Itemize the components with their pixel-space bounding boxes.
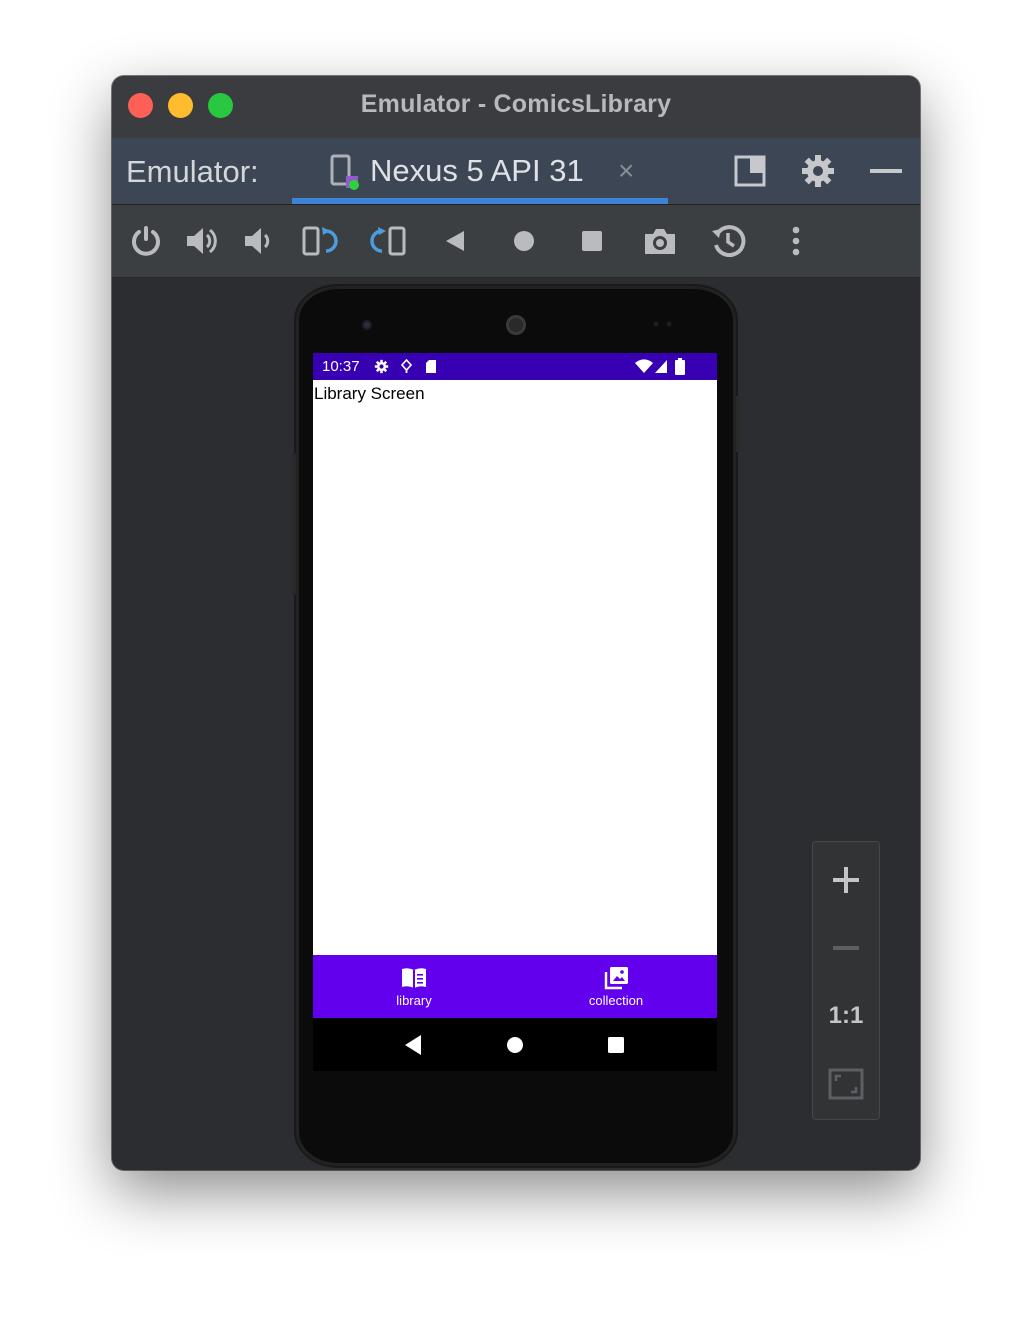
zoom-out-icon[interactable] — [813, 918, 879, 978]
tab-close-icon[interactable]: × — [618, 155, 634, 187]
emulator-toolbar — [112, 205, 920, 278]
window-mode-icon[interactable] — [732, 153, 768, 189]
collection-icon — [602, 966, 630, 990]
battery-icon — [675, 358, 685, 375]
zoom-actual-size-button[interactable]: 1:1 — [813, 986, 879, 1046]
front-camera — [362, 320, 372, 330]
tab-label: Nexus 5 API 31 — [370, 153, 584, 188]
more-icon[interactable] — [778, 223, 814, 259]
power-icon[interactable] — [128, 223, 164, 259]
system-back-icon[interactable] — [401, 1032, 427, 1058]
bottom-navigation: library collection — [313, 955, 717, 1018]
nav-item-library[interactable]: library — [313, 955, 515, 1018]
tab-bar-label: Emulator: — [126, 154, 259, 189]
nav-label-library: library — [396, 993, 432, 1008]
zoom-panel: 1:1 — [812, 841, 880, 1120]
minimize-panel-icon[interactable] — [868, 153, 904, 189]
emulator-window: Emulator - ComicsLibrary Emulator: Nexus… — [112, 76, 920, 1170]
rotate-left-icon[interactable] — [302, 223, 338, 259]
overview-icon[interactable] — [574, 223, 610, 259]
debug-status-icon — [401, 359, 412, 374]
book-icon — [400, 966, 428, 990]
window-title: Emulator - ComicsLibrary — [360, 90, 672, 118]
status-time: 10:37 — [322, 358, 360, 375]
sd-card-icon — [425, 359, 437, 374]
status-bar: 10:37 — [313, 353, 717, 380]
settings-status-icon — [374, 359, 389, 374]
volume-down-icon[interactable] — [242, 223, 278, 259]
title-bar: Emulator - ComicsLibrary — [112, 76, 920, 139]
nav-label-collection: collection — [588, 993, 644, 1008]
zoom-in-icon[interactable] — [813, 850, 879, 910]
library-screen-text: Library Screen — [314, 384, 425, 403]
system-overview-icon[interactable] — [603, 1032, 629, 1058]
rotate-right-icon[interactable] — [370, 223, 406, 259]
device-icon — [330, 154, 360, 192]
system-navigation-bar — [313, 1018, 717, 1071]
gear-icon[interactable] — [800, 153, 836, 189]
device-frame: 10:37 Library Screen library collection — [292, 286, 740, 1166]
back-icon[interactable] — [438, 223, 474, 259]
zoom-fit-icon[interactable] — [813, 1054, 879, 1114]
cell-signal-icon — [654, 359, 668, 374]
emulator-tab-bar: Emulator: Nexus 5 API 31 × — [112, 138, 920, 205]
volume-up-icon[interactable] — [184, 223, 220, 259]
system-home-icon[interactable] — [502, 1032, 528, 1058]
home-icon[interactable] — [506, 223, 542, 259]
earpiece-speaker — [506, 315, 526, 335]
nav-item-collection[interactable]: collection — [515, 955, 717, 1018]
volume-side-button — [292, 454, 296, 594]
tab-active-indicator — [292, 198, 668, 204]
tab-nexus-5[interactable]: Nexus 5 API 31 × — [292, 138, 668, 204]
wifi-icon — [635, 359, 653, 374]
proximity-sensor — [652, 321, 674, 327]
power-side-button — [736, 396, 740, 452]
camera-icon[interactable] — [642, 223, 678, 259]
device-screen[interactable]: 10:37 Library Screen library collection — [313, 353, 717, 1071]
snapshot-icon[interactable] — [710, 223, 746, 259]
